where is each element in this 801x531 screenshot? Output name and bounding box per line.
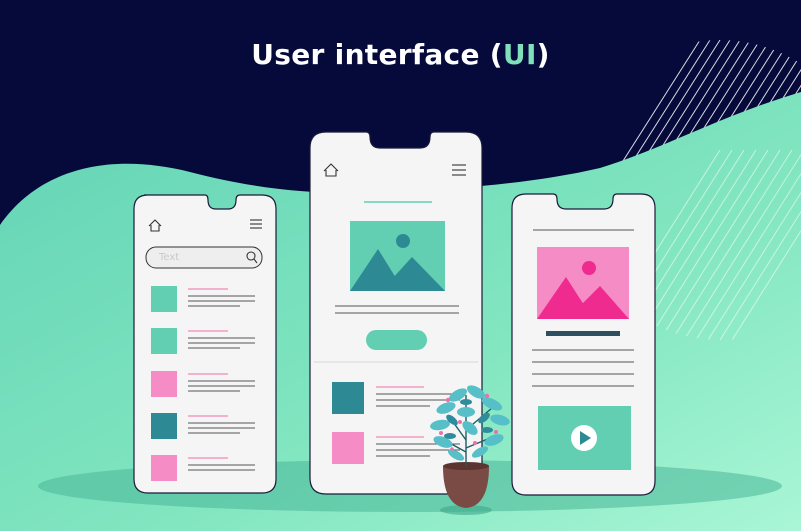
list-item-thumb bbox=[151, 371, 177, 397]
image-icon bbox=[350, 221, 445, 291]
center-phone bbox=[309, 131, 483, 495]
list-item-thumb bbox=[151, 328, 177, 354]
search-placeholder: Text bbox=[159, 252, 180, 263]
list-item-thumb bbox=[151, 286, 177, 312]
title-suffix: ) bbox=[536, 38, 550, 71]
illustration bbox=[0, 0, 801, 531]
list-item-thumb bbox=[332, 382, 364, 414]
title-highlight: UI bbox=[502, 38, 537, 71]
title-prefix: User interface ( bbox=[251, 38, 503, 71]
action-button bbox=[366, 330, 427, 350]
play-icon bbox=[571, 425, 597, 451]
list-item-thumb bbox=[151, 413, 177, 439]
image-icon bbox=[537, 247, 629, 319]
page-title: User interface (UI) bbox=[0, 38, 801, 71]
right-phone bbox=[511, 193, 656, 496]
list-item-thumb bbox=[151, 455, 177, 481]
list-item-thumb bbox=[332, 432, 364, 464]
left-phone bbox=[133, 194, 277, 494]
